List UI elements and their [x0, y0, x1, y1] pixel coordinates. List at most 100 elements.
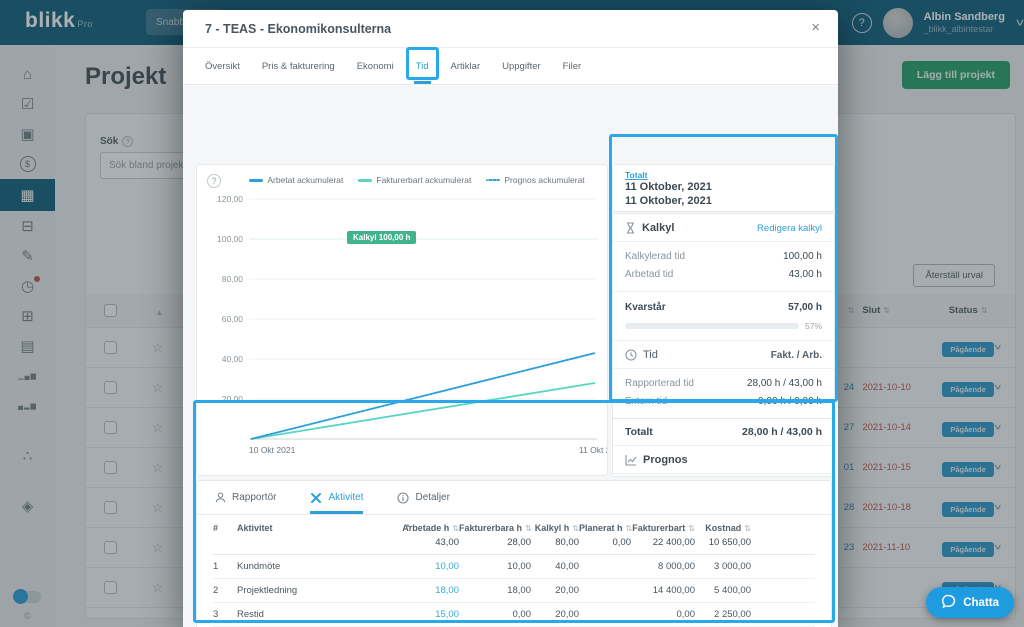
cell: 5 400,00: [695, 585, 751, 596]
clock-icon: [625, 349, 637, 361]
sort-asc-icon: ▲: [405, 523, 411, 529]
y-tick: 80,00: [203, 274, 243, 284]
tab-oversikt[interactable]: Översikt: [205, 48, 240, 84]
tab-pris-fakturering[interactable]: Pris & fakturering: [262, 48, 335, 84]
row-label: Arbetad tid: [625, 266, 673, 284]
activity-row[interactable]: 1 Kundmöte 10,00 10,00 40,00 8 000,00 3 …: [213, 555, 815, 579]
row-label: Kalkylerad tid: [625, 248, 685, 266]
activity-card: Rapportör Aktivitet Detaljer # Aktivitet…: [196, 480, 832, 627]
activity-table: # Aktivitet▲ Arbetade h⇅43,00 Fakturerba…: [197, 515, 831, 627]
kalkyl-title: Kalkyl: [642, 222, 674, 234]
prognos-title: Prognos: [643, 454, 688, 466]
row-label: Extern tid: [625, 393, 667, 411]
hourglass-icon: [625, 222, 636, 234]
row-label: Rapporterad tid: [625, 375, 694, 393]
chart-legend: Arbetat ackumulerat Fakturerbart ackumul…: [227, 175, 607, 185]
row-value: 100,00 h: [783, 248, 822, 266]
legend-key-arbetat: [249, 179, 263, 182]
modal-title: 7 - TEAS - Ekonomikonsulterna: [205, 22, 391, 36]
period-date-to: 11 Oktober, 2021: [625, 194, 822, 208]
tab-aktivitet[interactable]: Aktivitet: [310, 481, 363, 514]
period-totalt-link[interactable]: Totalt: [625, 170, 822, 180]
modal-header: 7 - TEAS - Ekonomikonsulterna ×: [183, 10, 838, 48]
col-planerat[interactable]: Planerat h⇅: [579, 523, 631, 533]
cell: 10,00: [459, 561, 531, 572]
cell: 0,00: [631, 609, 695, 620]
cell: 3 000,00: [695, 561, 751, 572]
cell: 14 400,00: [631, 585, 695, 596]
col-fakturerbara[interactable]: Fakturerbara h⇅: [459, 523, 531, 533]
x-label-end: 11 Okt 2021: [579, 445, 608, 455]
tab-tid[interactable]: Tid: [416, 48, 429, 84]
line-fakturerbart: [251, 383, 595, 439]
progress-bar: [625, 323, 799, 329]
activity-name: Projektledning: [237, 585, 397, 596]
col-kalkyl[interactable]: Kalkyl h⇅: [531, 523, 579, 533]
tid-total-value: 28,00 h / 43,00 h: [742, 426, 822, 438]
row-value: 28,00 h / 43,00 h: [747, 375, 822, 393]
cell: 0,00: [459, 609, 531, 620]
row-value: 43,00 h: [789, 266, 822, 284]
person-icon: [215, 492, 226, 503]
col-fakturerbart[interactable]: Fakturerbart⇅: [631, 523, 695, 533]
activity-name: Restid: [237, 609, 397, 620]
cell: 40,00: [531, 561, 579, 572]
arbetade-link[interactable]: 15,00: [397, 609, 459, 620]
fakt-arb-header: Fakt. / Arb.: [771, 350, 822, 361]
period-card: Totalt 11 Oktober, 2021 11 Oktober, 2021: [612, 164, 835, 212]
legend-key-fakturerbart: [358, 179, 372, 182]
tid-total-label: Totalt: [625, 426, 653, 438]
x-label-start: 10 Okt 2021: [249, 445, 295, 455]
info-icon: [397, 492, 409, 504]
legend-item-prognos[interactable]: Prognos ackumulerat: [486, 175, 584, 185]
kalkyl-reference-badge: Kalkyl 100,00 h: [347, 231, 416, 244]
chart-help-icon[interactable]: ?: [207, 174, 221, 188]
row-num: 3: [213, 609, 237, 620]
arbetade-link[interactable]: 18,00: [397, 585, 459, 596]
prognos-chart-icon: [625, 454, 637, 466]
progress-percent: 57%: [805, 321, 822, 331]
cell: 20,00: [531, 609, 579, 620]
tab-uppgifter[interactable]: Uppgifter: [502, 48, 541, 84]
cell: 8 000,00: [631, 561, 695, 572]
row-num: 2: [213, 585, 237, 596]
col-total: 22 400,00: [631, 537, 695, 548]
col-total: 10 650,00: [695, 537, 751, 548]
activity-row[interactable]: 2 Projektledning 18,00 18,00 20,00 14 40…: [213, 579, 815, 603]
kalkyl-panel: Kalkyl Redigera kalkyl Kalkylerad tid 100…: [612, 213, 835, 477]
tab-artiklar[interactable]: Artiklar: [451, 48, 481, 84]
legend-item-fakturerbart[interactable]: Fakturerbart ackumulerat: [358, 175, 471, 185]
close-icon[interactable]: ×: [811, 19, 820, 36]
time-chart-card: ? Arbetat ackumulerat Fakturerbart ackum…: [196, 164, 608, 476]
tab-rapportor[interactable]: Rapportör: [215, 481, 276, 514]
modal-tabs: Översikt Pris & fakturering Ekonomi Tid …: [183, 48, 838, 85]
col-num[interactable]: #: [213, 523, 237, 548]
activity-table-header: # Aktivitet▲ Arbetade h⇅43,00 Fakturerba…: [213, 515, 815, 555]
col-total: 43,00: [397, 537, 459, 548]
legend-key-prognos: [486, 179, 500, 181]
col-kostnad[interactable]: Kostnad⇅: [695, 523, 751, 533]
tab-ekonomi[interactable]: Ekonomi: [357, 48, 394, 84]
row-value: 0,00 h / 0,00 h: [758, 393, 822, 411]
chat-button[interactable]: Chatta: [926, 587, 1014, 618]
kvarstar-value: 57,00 h: [788, 299, 822, 317]
y-tick: 100,00: [203, 234, 243, 244]
cell: 2 250,00: [695, 609, 751, 620]
modal-body: ? Arbetat ackumulerat Fakturerbart ackum…: [183, 86, 838, 627]
tab-filer[interactable]: Filer: [563, 48, 581, 84]
edit-kalkyl-link[interactable]: Redigera kalkyl: [757, 223, 822, 234]
tab-detaljer[interactable]: Detaljer: [397, 481, 449, 514]
line-chart: [249, 193, 597, 443]
arbetade-link[interactable]: 10,00: [397, 561, 459, 572]
col-total: 80,00: [531, 537, 579, 548]
col-aktivitet[interactable]: Aktivitet: [237, 523, 273, 533]
row-num: 1: [213, 561, 237, 572]
cell: 20,00: [531, 585, 579, 596]
activity-cross-icon: [310, 492, 322, 504]
activity-row[interactable]: 3 Restid 15,00 0,00 20,00 0,00 2 250,00: [213, 603, 815, 627]
chat-bubble-icon: [941, 594, 956, 612]
legend-item-arbetat[interactable]: Arbetat ackumulerat: [249, 175, 343, 185]
y-tick: 40,00: [203, 354, 243, 364]
period-date-from: 11 Oktober, 2021: [625, 180, 822, 194]
col-total: 28,00: [459, 537, 531, 548]
